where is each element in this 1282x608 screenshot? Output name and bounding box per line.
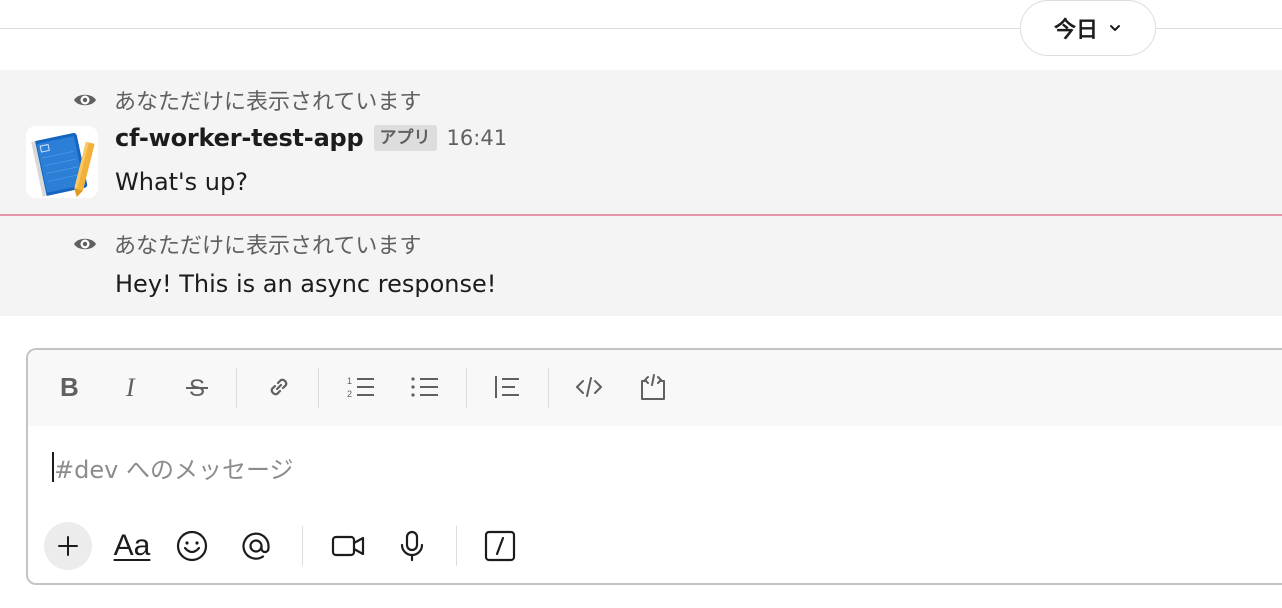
- message-header: cf-worker-test-app アプリ 16:41: [115, 124, 507, 152]
- toolbar-separator: [318, 368, 319, 408]
- bold-icon[interactable]: B: [54, 372, 84, 402]
- toolbar-separator: [236, 368, 237, 408]
- toolbar-separator: [466, 368, 467, 408]
- slash-command-icon[interactable]: [482, 528, 518, 564]
- formatting-toolbar: B I S 1 2: [28, 350, 1282, 426]
- svg-text:B: B: [60, 374, 79, 400]
- video-icon[interactable]: [330, 528, 366, 564]
- message-item[interactable]: あなただけに表示されています Hey! This is an async res…: [0, 216, 1282, 316]
- bulleted-list-icon[interactable]: [410, 372, 440, 402]
- italic-icon[interactable]: I: [118, 372, 148, 402]
- date-label: 今日: [1053, 18, 1098, 43]
- ephemeral-notice-text: あなただけに表示されています: [114, 90, 422, 115]
- code-icon[interactable]: [574, 372, 604, 402]
- chevron-down-icon: [1108, 21, 1122, 35]
- plus-icon[interactable]: [44, 522, 92, 570]
- ephemeral-notice: あなただけに表示されています: [72, 228, 421, 260]
- format-toggle-label: Aa: [113, 529, 151, 562]
- svg-text:2: 2: [347, 389, 352, 399]
- emoji-icon[interactable]: [174, 528, 210, 564]
- link-icon[interactable]: [264, 372, 294, 402]
- svg-text:I: I: [125, 374, 136, 400]
- eye-icon: [72, 87, 98, 113]
- app-badge: アプリ: [373, 125, 437, 151]
- message-text: What's up?: [115, 168, 248, 196]
- actions-separator: [456, 526, 457, 566]
- sender-name[interactable]: cf-worker-test-app: [115, 124, 364, 152]
- date-jump-button[interactable]: 今日: [1020, 0, 1156, 56]
- ordered-list-icon[interactable]: 1 2: [346, 372, 376, 402]
- strikethrough-icon[interactable]: S: [182, 372, 212, 402]
- code-block-icon[interactable]: [638, 372, 668, 402]
- date-divider: 今日: [0, 0, 1282, 70]
- message-text: Hey! This is an async response!: [115, 270, 497, 298]
- blockquote-icon[interactable]: [492, 372, 522, 402]
- actions-separator: [302, 526, 303, 566]
- text-format-icon[interactable]: Aa: [110, 528, 154, 564]
- eye-icon: [72, 231, 98, 257]
- toolbar-separator: [548, 368, 549, 408]
- ephemeral-notice: あなただけに表示されています: [72, 84, 421, 116]
- microphone-icon[interactable]: [394, 528, 430, 564]
- message-input[interactable]: #dev へのメッセージ: [28, 426, 1282, 506]
- message-item[interactable]: あなただけに表示されています cf-worker-test-app アプリ 16…: [0, 70, 1282, 214]
- message-input-placeholder: #dev へのメッセージ: [54, 456, 294, 484]
- svg-text:1: 1: [347, 376, 352, 386]
- ephemeral-notice-text: あなただけに表示されています: [114, 234, 422, 259]
- message-timestamp[interactable]: 16:41: [447, 126, 508, 150]
- app-avatar[interactable]: [26, 126, 98, 198]
- channel-view: 今日 あなただけに表示されています cf-worker-test-app アプリ…: [0, 0, 1282, 608]
- composer-actions: Aa: [28, 520, 1282, 570]
- message-composer: B I S 1 2 #dev へのメッセージ Aa: [26, 348, 1282, 585]
- mention-icon[interactable]: [238, 528, 274, 564]
